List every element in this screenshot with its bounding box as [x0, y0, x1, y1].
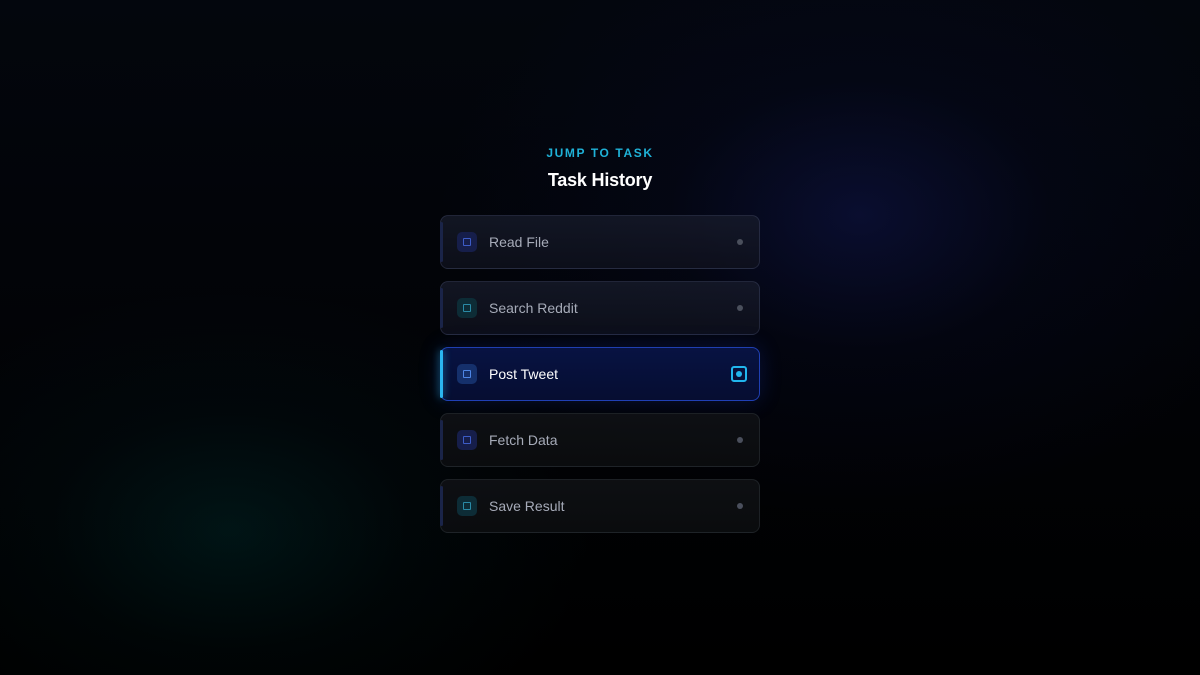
panel-eyebrow: JUMP TO TASK	[546, 146, 654, 160]
task-item-read-file[interactable]: Read File	[440, 215, 760, 269]
status-dot	[737, 437, 743, 443]
background: JUMP TO TASK Task History Read File Sear…	[0, 0, 1200, 675]
status-dot	[737, 305, 743, 311]
download-icon	[457, 430, 477, 450]
panel-title: Task History	[547, 170, 653, 190]
send-icon	[457, 364, 477, 384]
task-item-save-result[interactable]: Save Result	[440, 479, 760, 533]
task-item-label: Fetch Data	[489, 432, 558, 448]
save-icon	[457, 496, 477, 516]
task-item-label: Read File	[489, 234, 549, 250]
task-list: Read File Search Reddit Post Tweet Fetch…	[440, 215, 760, 533]
current-task-icon	[731, 366, 747, 382]
status-dot	[737, 503, 743, 509]
task-item-label: Post Tweet	[489, 366, 559, 382]
search-icon	[457, 298, 477, 318]
file-icon	[457, 232, 477, 252]
task-item-fetch-data[interactable]: Fetch Data	[440, 413, 760, 467]
task-item-post-tweet[interactable]: Post Tweet	[440, 347, 760, 401]
task-item-label: Search Reddit	[489, 300, 578, 316]
task-item-label: Save Result	[489, 498, 565, 514]
task-item-search-reddit[interactable]: Search Reddit	[440, 281, 760, 335]
task-history-panel: JUMP TO TASK Task History Read File Sear…	[440, 140, 760, 545]
status-dot	[737, 239, 743, 245]
